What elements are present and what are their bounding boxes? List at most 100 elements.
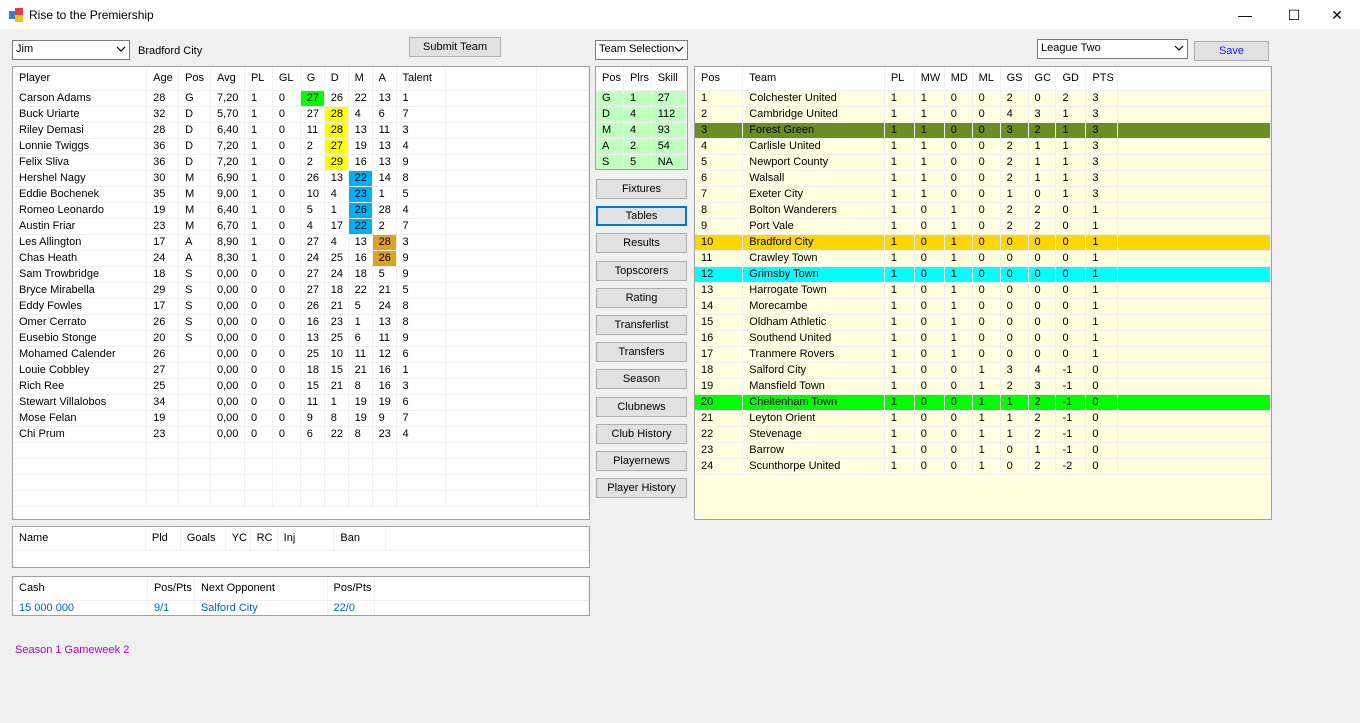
player-row[interactable]: Felix Sliva 36 D 7,20 1 0 2 29 16 13 9 — [13, 154, 589, 171]
empty-cell — [1117, 122, 1271, 139]
player-row[interactable]: Romeo Leonardo 19 M 6,40 1 0 5 1 26 28 4 — [13, 202, 589, 219]
save-button[interactable]: Save — [1194, 41, 1269, 61]
empty-cell — [324, 458, 349, 475]
table-stat: -1 — [1055, 362, 1087, 379]
player-row[interactable]: Chi Prum 23 0,00 0 0 6 22 8 23 4 — [13, 426, 589, 443]
league-row[interactable]: 13 Harrogate Town 1 0 1 0 0 0 0 1 — [695, 282, 1271, 299]
menu-button-transferlist[interactable]: Transferlist — [596, 315, 687, 335]
player-row[interactable]: Eddie Bochenek 35 M 9,00 1 0 10 4 23 1 5 — [13, 186, 589, 203]
league-row[interactable]: 5 Newport County 1 1 0 0 2 1 1 3 — [695, 154, 1271, 171]
menu-button-player-history[interactable]: Player History — [596, 478, 687, 499]
player-row[interactable]: Bryce Mirabella 29 S 0,00 0 0 27 18 22 21 5 — [13, 282, 589, 299]
player-stat: S — [178, 330, 211, 347]
menu-button-clubnews[interactable]: Clubnews — [596, 396, 687, 417]
player-stat: 1 — [372, 186, 397, 203]
player-row[interactable]: Hershel Nagy 30 M 6,90 1 0 26 13 22 14 8 — [13, 170, 589, 187]
player-stat: 26 — [348, 202, 373, 219]
menu-button-transfers[interactable]: Transfers — [596, 342, 687, 363]
player-row[interactable]: Riley Demasi 28 D 6,40 1 0 11 28 13 11 3 — [13, 122, 589, 139]
league-row[interactable]: 15 Oldham Athletic 1 0 1 0 0 0 0 1 — [695, 314, 1271, 331]
player-row[interactable]: Rich Ree 25 0,00 0 0 15 21 8 16 3 — [13, 378, 589, 395]
player-stat: 0 — [244, 282, 273, 299]
manager-select[interactable]: Jim — [12, 40, 130, 60]
player-row[interactable]: Mohamed Calender 26 0,00 0 0 25 10 11 12 6 — [13, 346, 589, 363]
league-select[interactable]: League Two — [1037, 39, 1188, 59]
player-stat: 1 — [348, 314, 373, 331]
manager-value: Jim — [16, 43, 34, 55]
league-table-panel[interactable]: Pos Team PL MW MD ML GS GC GD PTS 1 Colchester Unit… — [694, 66, 1272, 520]
empty-cell — [445, 234, 538, 251]
menu-button-results[interactable]: Results — [596, 233, 687, 254]
close-button[interactable]: ✕ — [1314, 0, 1360, 30]
league-row[interactable]: 6 Walsall 1 1 0 0 2 1 1 3 — [695, 170, 1271, 187]
player-row[interactable]: Sam Trowbridge 18 S 0,00 0 0 27 24 18 5 9 — [13, 266, 589, 283]
league-row[interactable]: 12 Grimsby Town 1 0 1 0 0 0 0 1 — [695, 266, 1271, 283]
table-stat: 0 — [914, 394, 945, 411]
player-stat: 0 — [272, 346, 301, 363]
league-row[interactable]: 18 Salford City 1 0 0 1 3 4 -1 0 — [695, 362, 1271, 379]
formation-cell: 93 — [651, 122, 687, 139]
player-row[interactable]: Les Allington 17 A 8,90 1 0 27 4 13 28 3 — [13, 234, 589, 251]
empty-cell — [536, 202, 589, 219]
table-stat: 0 — [914, 426, 945, 443]
player-row[interactable]: Buck Uriarte 32 D 5,70 1 0 27 28 4 6 7 — [13, 106, 589, 123]
league-row[interactable]: 14 Morecambe 1 0 1 0 0 0 0 1 — [695, 298, 1271, 315]
player-stat: 3 — [396, 378, 447, 395]
player-row[interactable]: Eusebio Stonge 20 S 0,00 0 0 13 25 6 11 9 — [13, 330, 589, 347]
league-row[interactable]: 17 Tranmere Rovers 1 0 1 0 0 0 0 1 — [695, 346, 1271, 363]
league-row[interactable]: 4 Carlisle United 1 1 0 0 2 1 1 3 — [695, 138, 1271, 155]
minimize-button[interactable]: — — [1222, 0, 1268, 30]
players-grid[interactable]: Player Age Pos Avg PL GL G D M A Talent Carson Adam… — [12, 66, 590, 520]
menu-button-tables[interactable]: Tables — [596, 206, 687, 227]
player-stat: 18 — [348, 266, 373, 283]
table-stat: 0 — [1085, 394, 1119, 411]
formation-cell: 27 — [651, 90, 687, 107]
view-select[interactable]: Team Selection — [595, 40, 688, 60]
table-stat: 0 — [1000, 346, 1029, 363]
league-row[interactable]: 23 Barrow 1 0 0 1 0 1 -1 0 — [695, 442, 1271, 459]
table-stat: -2 — [1055, 458, 1087, 475]
league-row[interactable]: 20 Cheltenham Town 1 0 0 1 1 2 -1 0 — [695, 394, 1271, 411]
player-stat: 16 — [372, 362, 397, 379]
player-row[interactable]: Louie Cobbley 27 0,00 0 0 18 15 21 16 1 — [13, 362, 589, 379]
player-stat: 25 — [324, 250, 349, 267]
menu-button-club-history[interactable]: Club History — [596, 423, 687, 444]
player-row[interactable]: Eddy Fowles 17 S 0,00 0 0 26 21 5 24 8 — [13, 298, 589, 315]
player-row[interactable]: Carson Adams 28 G 7,20 1 0 27 26 22 13 1 — [13, 90, 589, 107]
player-row[interactable]: Lonnie Twiggs 36 D 7,20 1 0 2 27 19 13 4 — [13, 138, 589, 155]
league-row[interactable]: 7 Exeter City 1 1 0 0 1 0 1 3 — [695, 186, 1271, 203]
league-row[interactable]: 10 Bradford City 1 0 1 0 0 0 0 1 — [695, 234, 1271, 251]
team-name: Grimsby Town — [742, 266, 885, 283]
player-row[interactable]: Chas Heath 24 A 8,30 1 0 24 25 16 26 9 — [13, 250, 589, 267]
league-row[interactable]: 8 Bolton Wanderers 1 0 1 0 2 2 0 1 — [695, 202, 1271, 219]
player-stat: M — [178, 186, 211, 203]
menu-button-fixtures[interactable]: Fixtures — [596, 179, 687, 199]
league-row[interactable]: 2 Cambridge United 1 1 0 0 4 3 1 3 — [695, 106, 1271, 123]
league-row[interactable]: 16 Southend United 1 0 1 0 0 0 0 1 — [695, 330, 1271, 347]
league-row[interactable]: 22 Stevenage 1 0 0 1 1 2 -1 0 — [695, 426, 1271, 443]
player-stat: 2 — [372, 218, 397, 235]
player-row[interactable]: Austin Friar 23 M 6,70 1 0 4 17 22 2 7 — [13, 218, 589, 235]
column-header: PTS — [1085, 67, 1119, 91]
menu-button-season[interactable]: Season — [596, 369, 687, 390]
player-stat: 27 — [300, 106, 325, 123]
table-stat: 1 — [972, 362, 1001, 379]
league-row[interactable]: 1 Colchester United 1 1 0 0 2 0 2 3 — [695, 90, 1271, 107]
league-row[interactable]: 3 Forest Green 1 1 0 0 3 2 1 3 — [695, 122, 1271, 139]
player-stat: A — [178, 250, 211, 267]
menu-button-rating[interactable]: Rating — [596, 287, 687, 308]
player-row[interactable]: Stewart Villalobos 34 0,00 0 0 11 1 19 19 6 — [13, 394, 589, 411]
player-stat: 7,20 — [210, 154, 245, 171]
maximize-button[interactable]: ☐ — [1271, 0, 1317, 30]
league-row[interactable]: 24 Scunthorpe United 1 0 0 1 0 2 -2 0 — [695, 458, 1271, 475]
league-row[interactable]: 21 Leyton Orient 1 0 0 1 1 2 -1 0 — [695, 410, 1271, 427]
submit-team-button[interactable]: Submit Team — [409, 37, 501, 57]
player-row[interactable]: Omer Cerrato 26 S 0,00 0 0 16 23 1 13 8 — [13, 314, 589, 331]
player-row[interactable]: Mose Felan 19 0,00 0 0 9 8 19 9 7 — [13, 410, 589, 427]
table-stat: 0 — [1085, 458, 1119, 475]
league-row[interactable]: 9 Port Vale 1 0 1 0 2 2 0 1 — [695, 218, 1271, 235]
league-row[interactable]: 11 Crawley Town 1 0 1 0 0 0 0 1 — [695, 250, 1271, 267]
league-row[interactable]: 19 Mansfield Town 1 0 0 1 2 3 -1 0 — [695, 378, 1271, 395]
menu-button-playernews[interactable]: Playernews — [596, 451, 687, 471]
menu-button-topscorers[interactable]: Topscorers — [596, 260, 687, 281]
